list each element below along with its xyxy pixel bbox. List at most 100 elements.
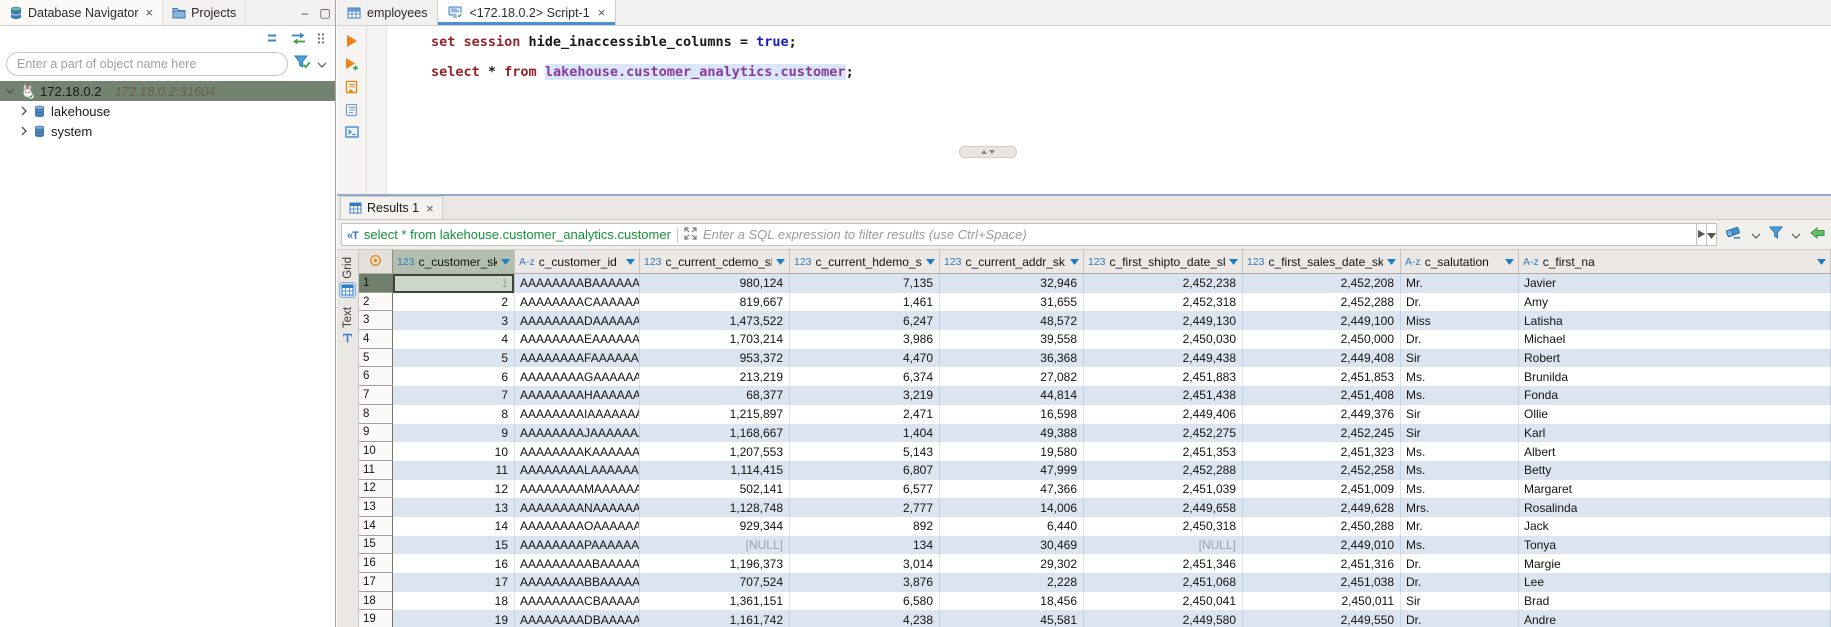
grid-cell[interactable]: Andre — [1519, 610, 1831, 627]
grid-cell[interactable]: 16 — [393, 554, 515, 573]
grid-cell[interactable]: Ms. — [1401, 442, 1519, 461]
grid-cell[interactable]: 18 — [393, 592, 515, 611]
grid-cell[interactable]: AAAAAAAABBAAAAAA — [515, 573, 640, 592]
grid-cell[interactable]: 2,451,323 — [1243, 442, 1401, 461]
grid-cell[interactable]: AAAAAAAAEAAAAAAA — [515, 330, 640, 349]
grid-cell[interactable]: 6,247 — [790, 311, 940, 330]
grid-cell[interactable]: 2,452,245 — [1243, 424, 1401, 443]
grid-cell[interactable]: 2,452,258 — [1243, 461, 1401, 480]
grid-cell[interactable]: 6,577 — [790, 480, 940, 499]
grid-cell[interactable]: 2,449,628 — [1243, 498, 1401, 517]
grid-cell[interactable]: 2,777 — [790, 498, 940, 517]
execute-statement-icon[interactable] — [345, 34, 358, 48]
grid-cell[interactable]: Javier — [1519, 274, 1831, 293]
code-line[interactable] — [431, 50, 1831, 65]
row-header[interactable]: 13 — [359, 498, 393, 517]
grid-cell[interactable]: AAAAAAAAJAAAAAAA — [515, 424, 640, 443]
erase-filter-icon[interactable] — [1725, 225, 1743, 244]
grid-cell[interactable]: 17 — [393, 573, 515, 592]
grid-cell[interactable]: Jack — [1519, 517, 1831, 536]
row-header[interactable]: 10 — [359, 442, 393, 461]
grid-cell[interactable]: Dr. — [1401, 554, 1519, 573]
row-header[interactable]: 3 — [359, 311, 393, 330]
grid-cell[interactable]: AAAAAAAAOAAAAAAA — [515, 517, 640, 536]
collapse-all-icon[interactable] — [267, 32, 280, 44]
grid-cell[interactable]: 6,807 — [790, 461, 940, 480]
grid-cell[interactable]: 2,450,318 — [1084, 517, 1243, 536]
grid-cell[interactable]: [NULL] — [640, 536, 790, 555]
execute-new-tab-icon[interactable] — [344, 57, 359, 71]
row-header[interactable]: 18 — [359, 592, 393, 611]
grid-cell[interactable]: 2,228 — [940, 573, 1084, 592]
column-header-c_first_shipto_date_sk[interactable]: 123c_first_shipto_date_sk — [1084, 250, 1243, 273]
grid-cell[interactable]: AAAAAAAALAAAAAAA — [515, 461, 640, 480]
close-icon[interactable]: × — [145, 5, 153, 20]
grid-cell[interactable]: 18,456 — [940, 592, 1084, 611]
grid-cell[interactable]: 1,215,897 — [640, 405, 790, 424]
object-search-input[interactable] — [6, 52, 288, 76]
tree-item-172-18-0-2[interactable]: 172.18.0.2172.18.0.2:31604 — [0, 81, 335, 101]
grid-cell[interactable]: 30,469 — [940, 536, 1084, 555]
view-tab-text[interactable]: Text — [341, 302, 354, 349]
apply-filter-icon[interactable] — [1697, 227, 1706, 242]
row-header[interactable]: 2 — [359, 293, 393, 312]
grid-cell[interactable]: 1,404 — [790, 424, 940, 443]
grid-cell[interactable]: 12 — [393, 480, 515, 499]
column-dropdown-icon[interactable] — [1817, 259, 1826, 265]
grid-cell[interactable]: 14,006 — [940, 498, 1084, 517]
grid-cell[interactable]: Dr. — [1401, 573, 1519, 592]
grid-cell[interactable]: 6,374 — [790, 367, 940, 386]
execute-script-icon[interactable] — [345, 80, 358, 94]
grid-cell[interactable]: 2,452,318 — [1084, 293, 1243, 312]
grid-cell[interactable]: [NULL] — [1084, 536, 1243, 555]
link-with-editor-icon[interactable] — [291, 32, 306, 45]
grid-cell[interactable]: 1 — [393, 274, 515, 293]
grid-cell[interactable]: 6 — [393, 367, 515, 386]
column-header-c_current_cdemo_sk[interactable]: 123c_current_cdemo_sk — [640, 250, 790, 273]
grid-cell[interactable]: Margie — [1519, 554, 1831, 573]
grid-cell[interactable]: 16,598 — [940, 405, 1084, 424]
column-dropdown-icon[interactable] — [776, 259, 785, 265]
grid-cell[interactable]: 1,461 — [790, 293, 940, 312]
grid-cell[interactable]: 1,361,151 — [640, 592, 790, 611]
grid-cell[interactable]: 6,440 — [940, 517, 1084, 536]
grid-cell[interactable]: 27,082 — [940, 367, 1084, 386]
row-header[interactable]: 19 — [359, 610, 393, 627]
tab-script-1[interactable]: <172.18.0.2> Script-1 × — [437, 0, 616, 25]
grid-cell[interactable]: 2,450,000 — [1243, 330, 1401, 349]
grid-cell[interactable]: Dr. — [1401, 330, 1519, 349]
filter-check-icon[interactable] — [294, 55, 311, 74]
minimize-icon[interactable]: – — [295, 0, 315, 25]
column-dropdown-icon[interactable] — [1387, 259, 1396, 265]
column-header-c_current_hdemo_sk[interactable]: 123c_current_hdemo_sk — [790, 250, 940, 273]
grid-cell[interactable]: 45,581 — [940, 610, 1084, 627]
grid-cell[interactable]: 3,219 — [790, 386, 940, 405]
grid-cell[interactable]: 2,451,883 — [1084, 367, 1243, 386]
grid-cell[interactable]: Tonya — [1519, 536, 1831, 555]
grid-cell[interactable]: Ms. — [1401, 367, 1519, 386]
tree-item-system[interactable]: system — [0, 121, 335, 141]
grid-cell[interactable]: 2,449,408 — [1243, 349, 1401, 368]
grid-cell[interactable]: 7,135 — [790, 274, 940, 293]
grid-cell[interactable]: AAAAAAAABAAAAAAA — [515, 274, 640, 293]
grid-cell[interactable]: 19 — [393, 610, 515, 627]
row-header[interactable]: 5 — [359, 349, 393, 368]
grid-cell[interactable]: Michael — [1519, 330, 1831, 349]
grid-cell[interactable]: 1,703,214 — [640, 330, 790, 349]
grid-cell[interactable]: 4 — [393, 330, 515, 349]
sash-arrows-icon[interactable] — [977, 143, 999, 161]
grid-cell[interactable]: 2,449,100 — [1243, 311, 1401, 330]
grid-cell[interactable]: 1,161,742 — [640, 610, 790, 627]
grid-cell[interactable]: 4,238 — [790, 610, 940, 627]
grid-cell[interactable]: Dr. — [1401, 293, 1519, 312]
grid-cell[interactable]: AAAAAAAADAAAAAAA — [515, 311, 640, 330]
grid-cell[interactable]: 1,168,667 — [640, 424, 790, 443]
tab-projects[interactable]: Projects — [163, 0, 246, 25]
grid-cell[interactable]: Miss — [1401, 311, 1519, 330]
view-menu-icon[interactable] — [317, 32, 325, 45]
grid-cell[interactable]: AAAAAAAAIAAAAAAA — [515, 405, 640, 424]
grid-cell[interactable]: AAAAAAAAGAAAAAAA — [515, 367, 640, 386]
grid-cell[interactable]: 5 — [393, 349, 515, 368]
grid-cell[interactable]: 3,876 — [790, 573, 940, 592]
grid-cell[interactable]: 2,450,011 — [1243, 592, 1401, 611]
